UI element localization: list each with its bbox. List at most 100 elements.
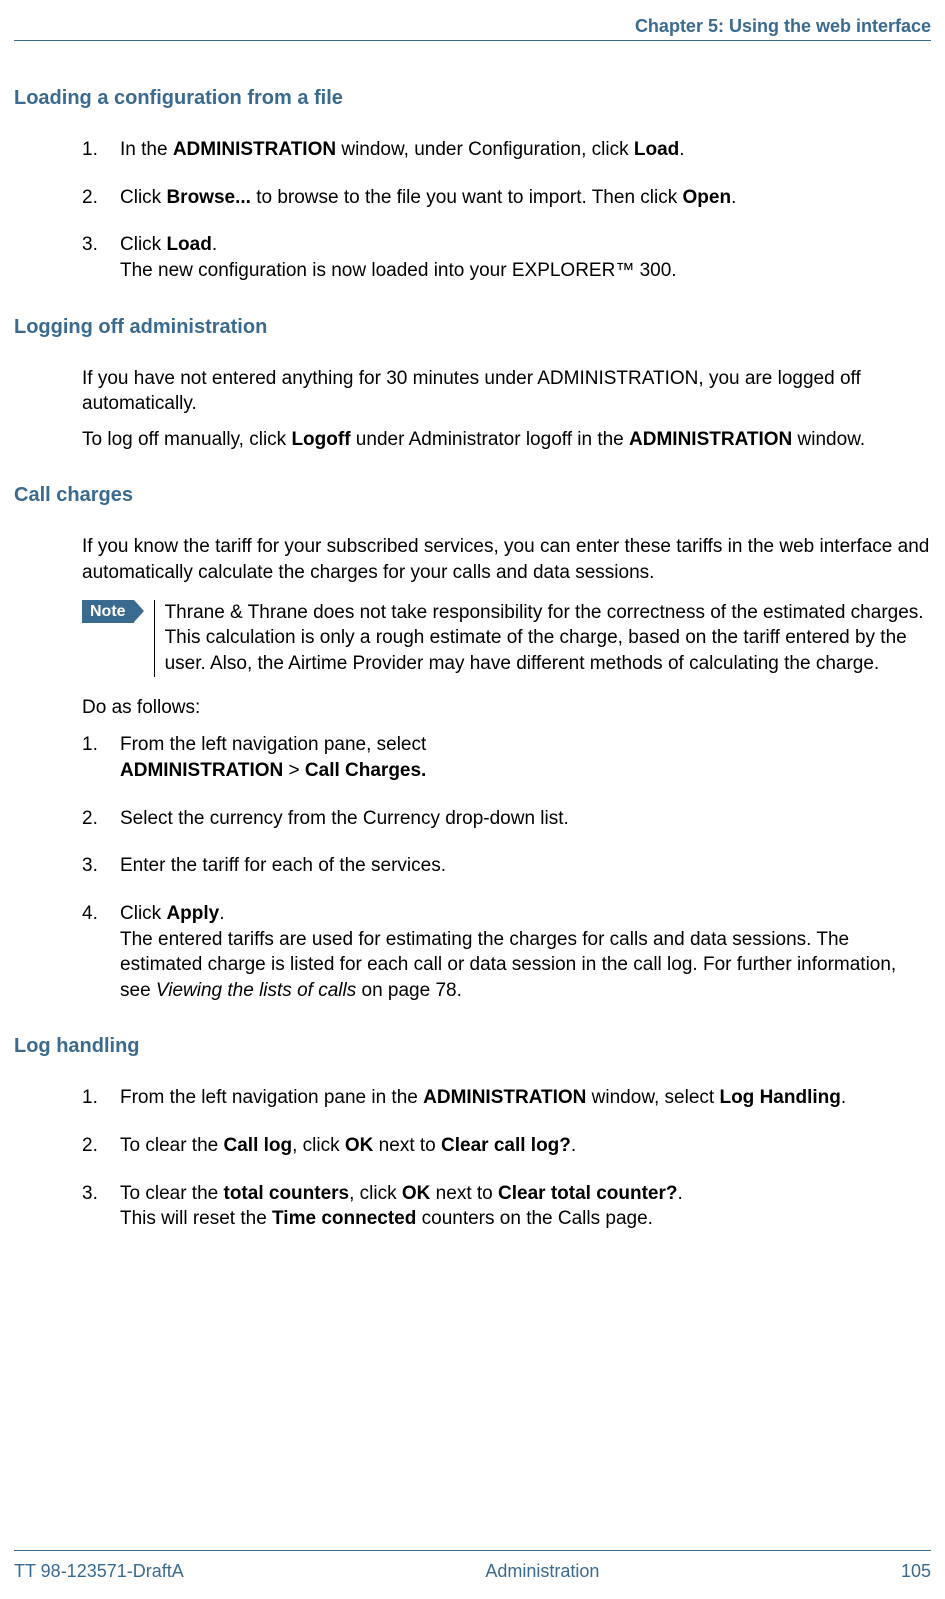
bold: Browse...: [166, 187, 250, 208]
text: >: [283, 760, 305, 781]
bold: Call Charges.: [305, 760, 426, 781]
note-block: Note Thrane & Thrane does not take respo…: [82, 600, 931, 677]
text: to browse to the file you want to import…: [251, 187, 683, 208]
header-rule: [14, 40, 931, 41]
paragraph: To log off manually, click Logoff under …: [82, 427, 931, 453]
bold: Time connected: [272, 1208, 416, 1229]
text: Select the currency from the Currency dr…: [120, 808, 569, 829]
text: To clear the: [120, 1135, 224, 1156]
charges-steps: 1. From the left navigation pane, select…: [82, 732, 931, 1003]
continuation: The new configuration is now loaded into…: [120, 258, 931, 284]
text: next to: [373, 1135, 441, 1156]
loading-steps: 1. In the ADMINISTRATION window, under C…: [82, 137, 931, 284]
page-content: Loading a configuration from a file 1. I…: [14, 85, 931, 1254]
text: window.: [792, 429, 865, 450]
text: on page 78.: [356, 980, 462, 1001]
bold: ADMINISTRATION: [423, 1087, 586, 1108]
text: Enter the tariff for each of the service…: [120, 855, 446, 876]
logoff-body: If you have not entered anything for 30 …: [82, 366, 931, 453]
text: .: [678, 1183, 683, 1204]
charges-intro: If you know the tariff for your subscrib…: [82, 534, 931, 585]
list-item: 2. To clear the Call log, click OK next …: [82, 1133, 931, 1159]
text: .: [212, 234, 217, 255]
step-number: 3.: [82, 1181, 98, 1207]
bold: ADMINISTRATION: [629, 429, 792, 450]
bold: Call log: [224, 1135, 293, 1156]
note-badge: Note: [82, 600, 134, 624]
section-heading-loading: Loading a configuration from a file: [14, 85, 931, 112]
bold: OK: [402, 1183, 431, 1204]
list-item: 3. Enter the tariff for each of the serv…: [82, 853, 931, 879]
step-number: 2.: [82, 185, 98, 211]
step-number: 3.: [82, 853, 98, 879]
paragraph: If you know the tariff for your subscrib…: [82, 534, 931, 585]
text: .: [219, 903, 224, 924]
bold: Load: [634, 139, 679, 160]
bold: Log Handling: [719, 1087, 840, 1108]
text: .: [841, 1087, 846, 1108]
text: next to: [430, 1183, 498, 1204]
footer-page-number: 105: [901, 1559, 931, 1583]
list-item: 4. Click Apply. The entered tariffs are …: [82, 901, 931, 1004]
footer-rule: [14, 1550, 931, 1551]
paragraph: If you have not entered anything for 30 …: [82, 366, 931, 417]
text: , click: [349, 1183, 402, 1204]
list-item: 2. Select the currency from the Currency…: [82, 806, 931, 832]
section-heading-logoff: Logging off administration: [14, 314, 931, 341]
loghandling-steps: 1. From the left navigation pane in the …: [82, 1085, 931, 1232]
section-heading-charges: Call charges: [14, 482, 931, 509]
page-footer: TT 98-123571-DraftA Administration 105: [14, 1559, 931, 1583]
bold: Clear call log?: [441, 1135, 571, 1156]
text: window, select: [586, 1087, 719, 1108]
bold: ADMINISTRATION: [173, 139, 336, 160]
text: This will reset the: [120, 1208, 272, 1229]
chapter-header: Chapter 5: Using the web interface: [635, 14, 931, 38]
list-item: 2. Click Browse... to browse to the file…: [82, 185, 931, 211]
text: counters on the Calls page.: [416, 1208, 653, 1229]
list-item: 3. Click Load. The new configuration is …: [82, 232, 931, 283]
text: To log off manually, click: [82, 429, 291, 450]
step-number: 1.: [82, 1085, 98, 1111]
bold: Apply: [166, 903, 219, 924]
text: Click: [120, 903, 166, 924]
paragraph: Do as follows:: [82, 695, 931, 721]
text: under Administrator logoff in the: [351, 429, 629, 450]
text: Click: [120, 234, 166, 255]
footer-center: Administration: [485, 1559, 599, 1583]
text: , click: [292, 1135, 345, 1156]
step-number: 2.: [82, 1133, 98, 1159]
bold: total counters: [224, 1183, 350, 1204]
step-number: 2.: [82, 806, 98, 832]
bold: ADMINISTRATION: [120, 760, 283, 781]
italic: Viewing the lists of calls: [156, 980, 356, 1001]
bold: Clear total counter?: [498, 1183, 677, 1204]
footer-left: TT 98-123571-DraftA: [14, 1559, 184, 1583]
text: window, under Configuration, click: [336, 139, 634, 160]
list-item: 1. From the left navigation pane, select…: [82, 732, 931, 783]
continuation: This will reset the Time connected count…: [120, 1206, 931, 1232]
bold: Logoff: [291, 429, 350, 450]
text: .: [571, 1135, 576, 1156]
text: From the left navigation pane, select: [120, 732, 931, 758]
list-item: 1. In the ADMINISTRATION window, under C…: [82, 137, 931, 163]
list-item: 3. To clear the total counters, click OK…: [82, 1181, 931, 1232]
step-number: 1.: [82, 137, 98, 163]
step-number: 3.: [82, 232, 98, 258]
list-item: 1. From the left navigation pane in the …: [82, 1085, 931, 1111]
step-number: 1.: [82, 732, 98, 758]
bold: Load: [166, 234, 211, 255]
text: To clear the: [120, 1183, 224, 1204]
note-text: Thrane & Thrane does not take responsibi…: [154, 600, 931, 677]
text: In the: [120, 139, 173, 160]
section-heading-loghandling: Log handling: [14, 1033, 931, 1060]
bold: OK: [345, 1135, 374, 1156]
continuation: The entered tariffs are used for estimat…: [120, 927, 931, 1004]
text: Click: [120, 187, 166, 208]
bold: Open: [683, 187, 732, 208]
text: .: [679, 139, 684, 160]
text: ADMINISTRATION > Call Charges.: [120, 758, 931, 784]
text: .: [731, 187, 736, 208]
charges-do: Do as follows:: [82, 695, 931, 721]
text: From the left navigation pane in the: [120, 1087, 423, 1108]
step-number: 4.: [82, 901, 98, 927]
